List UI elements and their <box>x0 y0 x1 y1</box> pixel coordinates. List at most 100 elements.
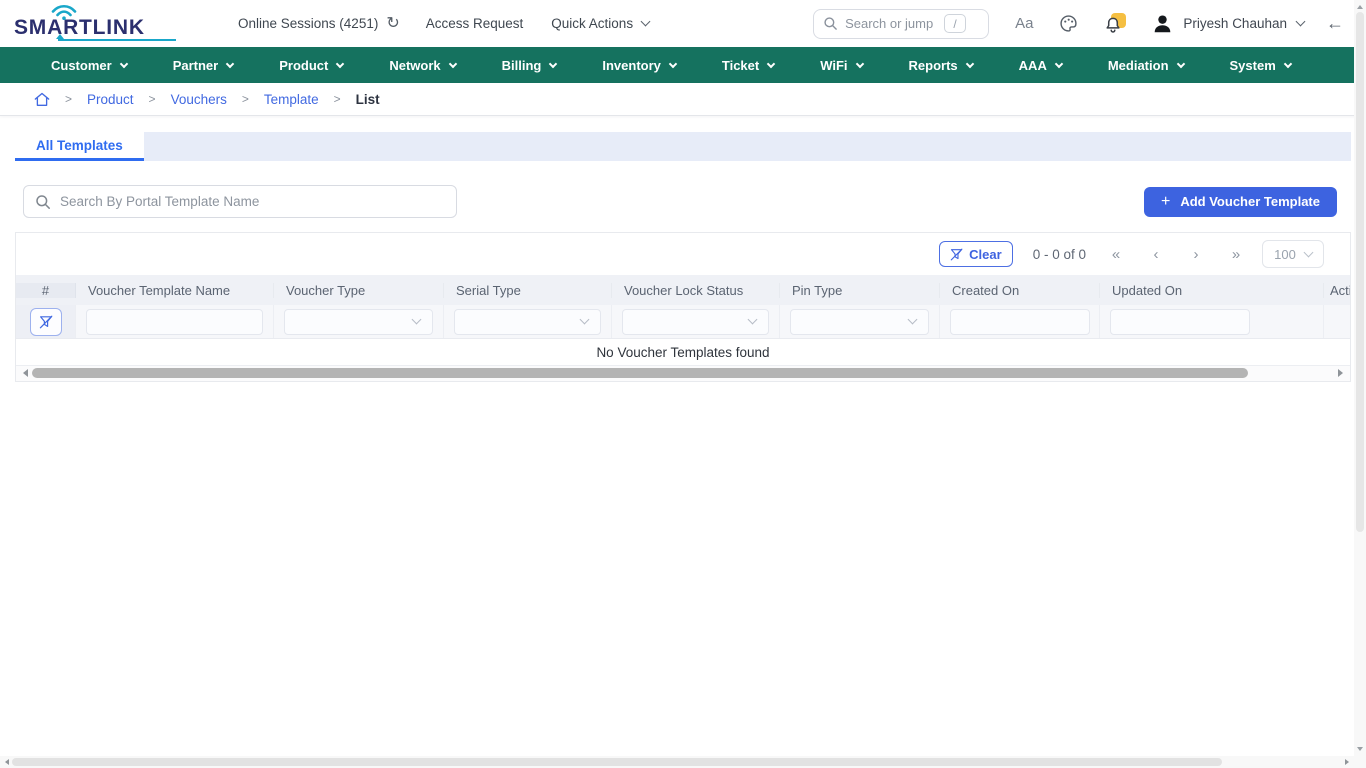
scroll-right-arrow[interactable] <box>1345 758 1352 765</box>
user-name: Priyesh Chauhan <box>1183 16 1287 31</box>
refresh-icon[interactable]: ↻ <box>386 15 399 32</box>
breadcrumb-separator: > <box>65 92 73 106</box>
scroll-left-arrow[interactable] <box>2 758 9 765</box>
nav-item-aaa[interactable]: AAA <box>996 47 1085 83</box>
filter-input-updated-on[interactable] <box>1110 308 1250 335</box>
quick-actions-menu[interactable]: Quick Actions <box>551 16 651 31</box>
chevron-down-icon <box>668 59 678 68</box>
chevron-down-icon <box>579 314 590 325</box>
nav-item-wifi[interactable]: WiFi <box>797 47 885 83</box>
first-page-button[interactable]: « <box>1108 246 1124 263</box>
scrollbar-corner <box>1354 756 1366 768</box>
chevron-down-icon <box>907 314 918 325</box>
nav-item-reports[interactable]: Reports <box>886 47 996 83</box>
breadcrumb-link-vouchers[interactable]: Vouchers <box>171 92 227 107</box>
scroll-left-arrow[interactable] <box>19 369 28 377</box>
quick-actions-label: Quick Actions <box>551 16 634 31</box>
tab-all-templates[interactable]: All Templates <box>15 132 144 161</box>
nav-item-mediation[interactable]: Mediation <box>1085 47 1207 83</box>
online-sessions-label: Online Sessions (4251) <box>238 16 379 31</box>
breadcrumb-link-product[interactable]: Product <box>87 92 134 107</box>
access-request-link[interactable]: Access Request <box>426 16 524 31</box>
breadcrumb-link-template[interactable]: Template <box>264 92 319 107</box>
portal-template-search-input[interactable] <box>60 194 445 209</box>
breadcrumb-current: List <box>355 91 380 107</box>
nav-item-customer[interactable]: Customer <box>28 47 150 83</box>
empty-state-row: No Voucher Templates found <box>16 339 1350 366</box>
breadcrumb-separator: > <box>148 92 156 106</box>
home-icon[interactable] <box>34 92 50 107</box>
filter-select-voucher-type[interactable] <box>284 308 433 335</box>
chevron-down-icon <box>119 59 128 68</box>
filter-input-template-name[interactable] <box>86 308 263 335</box>
table-filter-row <box>16 305 1350 339</box>
nav-item-inventory[interactable]: Inventory <box>579 47 699 83</box>
list-actions-row: + Add Voucher Template <box>23 185 1337 218</box>
notifications-bell-icon[interactable] <box>1104 12 1127 35</box>
scrollbar-thumb[interactable] <box>1356 12 1364 532</box>
filter-select-voucher-lock-status[interactable] <box>622 308 769 335</box>
column-header-updated-on: Updated On <box>1100 282 1324 298</box>
nav-item-partner[interactable]: Partner <box>150 47 257 83</box>
user-menu[interactable]: Priyesh Chauhan <box>1152 13 1306 34</box>
chevron-down-icon <box>1054 59 1064 68</box>
nav-item-system[interactable]: System <box>1207 47 1314 83</box>
scrollbar-thumb[interactable] <box>12 758 1222 766</box>
chevron-down-icon <box>1176 59 1185 68</box>
breadcrumb-separator: > <box>241 92 249 106</box>
chevron-down-icon <box>448 59 457 68</box>
column-header-index: # <box>16 282 76 298</box>
clear-filters-button[interactable]: Clear <box>939 241 1013 267</box>
table-header-row: # Voucher Template Name Voucher Type Ser… <box>16 275 1350 305</box>
back-arrow-icon[interactable]: ← <box>1326 13 1344 34</box>
scroll-up-arrow[interactable] <box>1356 2 1363 9</box>
filter-toggle-button[interactable] <box>29 307 62 336</box>
global-search-input[interactable] <box>845 16 938 31</box>
page-horizontal-scrollbar[interactable] <box>0 756 1354 768</box>
filter-select-serial-type[interactable] <box>454 308 601 335</box>
font-size-toggle[interactable]: Aa <box>1015 15 1033 32</box>
slash-shortcut-badge: / <box>944 14 967 33</box>
nav-item-billing[interactable]: Billing <box>479 47 580 83</box>
chevron-down-icon <box>640 16 651 27</box>
pagination-range: 0 - 0 of 0 <box>1032 246 1086 262</box>
global-search-box[interactable]: / <box>813 8 990 39</box>
scrollbar-thumb[interactable] <box>32 368 1248 378</box>
next-page-button[interactable]: › <box>1188 246 1204 263</box>
smartlink-logo[interactable]: SMARTLINK <box>14 4 176 44</box>
column-header-created-on: Created On <box>940 282 1100 298</box>
bell-icon <box>1104 16 1122 35</box>
filter-input-created-on[interactable] <box>950 308 1090 335</box>
portal-template-search-box[interactable] <box>23 185 457 218</box>
table-horizontal-scrollbar[interactable] <box>16 366 1350 381</box>
column-header-actions: Actions <box>1330 282 1350 298</box>
prev-page-button[interactable]: ‹ <box>1148 246 1164 263</box>
nav-item-network[interactable]: Network <box>366 47 478 83</box>
search-icon <box>35 194 51 210</box>
chevron-down-icon <box>965 59 974 68</box>
logo-wordmark: SMARTLINK <box>14 15 145 39</box>
filter-clear-icon <box>950 248 963 261</box>
theme-palette-icon[interactable] <box>1059 14 1078 33</box>
top-header: SMARTLINK Online Sessions (4251) ↻ Acces… <box>0 0 1366 47</box>
table-scroll-viewport: # Voucher Template Name Voucher Type Ser… <box>16 275 1350 366</box>
column-header-pin-type: Pin Type <box>780 282 940 298</box>
chevron-down-icon <box>1303 247 1314 257</box>
wifi-icon <box>50 3 78 20</box>
column-header-voucher-type: Voucher Type <box>274 282 444 298</box>
main-navigation: Customer Partner Product Network Billing… <box>0 47 1366 83</box>
pagination-controls: « ‹ › » <box>1108 246 1244 263</box>
add-voucher-template-button[interactable]: + Add Voucher Template <box>1144 186 1337 217</box>
last-page-button[interactable]: » <box>1228 246 1244 263</box>
scroll-down-arrow[interactable] <box>1356 747 1363 754</box>
scroll-right-arrow[interactable] <box>1338 369 1347 377</box>
filter-select-pin-type[interactable] <box>790 308 929 335</box>
chevron-down-icon <box>336 59 345 68</box>
page-vertical-scrollbar[interactable] <box>1354 0 1366 756</box>
chevron-down-icon <box>225 59 235 68</box>
nav-item-product[interactable]: Product <box>256 47 366 83</box>
column-header-voucher-lock-status: Voucher Lock Status <box>612 282 780 298</box>
page-size-select[interactable]: 100 <box>1262 240 1324 268</box>
voucher-template-table: Clear 0 - 0 of 0 « ‹ › » 100 # Voucher T… <box>15 232 1351 382</box>
nav-item-ticket[interactable]: Ticket <box>699 47 797 83</box>
